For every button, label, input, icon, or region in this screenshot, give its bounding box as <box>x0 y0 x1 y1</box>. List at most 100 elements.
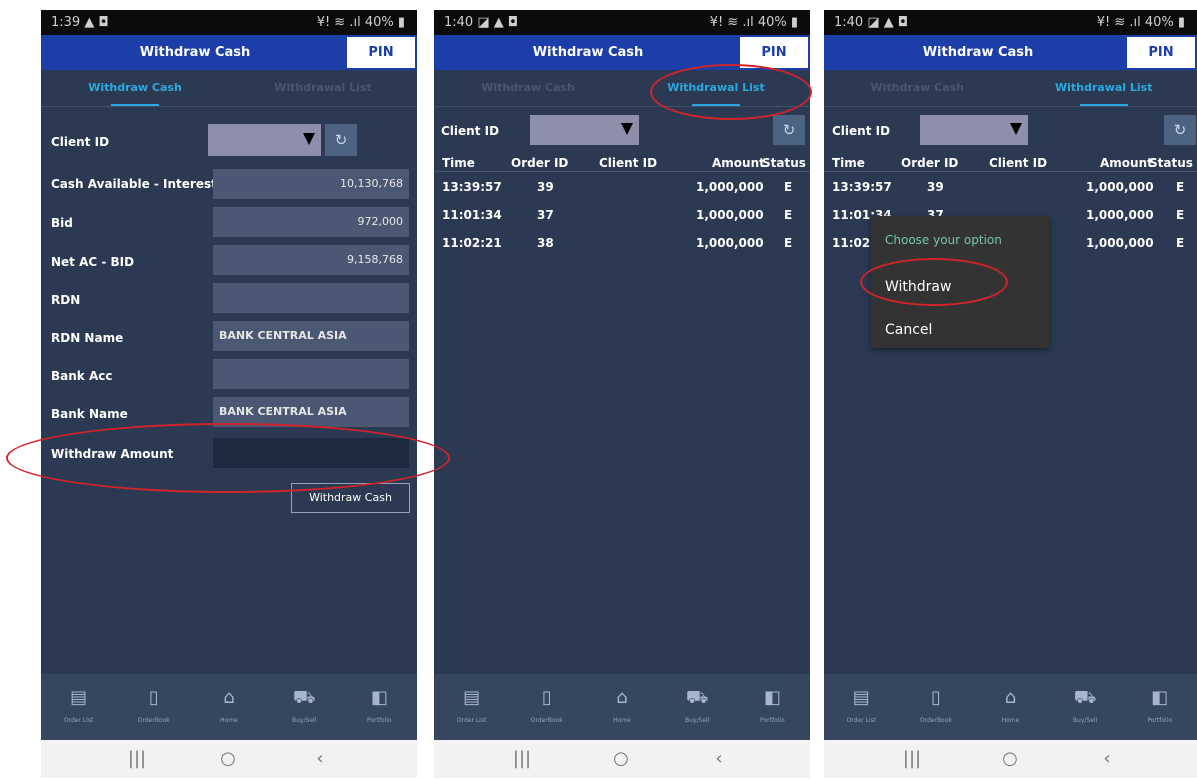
phone-screen-withdrawal-options: 1:40 ◪ ▲ ◘ ¥! ≋ .ıl 40% ▮ Withdraw Cash … <box>824 10 1197 778</box>
system-nav-bar: ||| ○ ‹ <box>41 740 417 778</box>
refresh-button[interactable]: ↻ <box>1164 115 1196 145</box>
nav-orderbook[interactable]: ▯ OrderBook <box>899 674 974 740</box>
nav-label: Order List <box>63 717 94 724</box>
net-ac-bid-field: 9,158,768 <box>213 245 409 275</box>
nav-buy-sell[interactable]: ⛟ Buy/Sell <box>660 674 735 740</box>
nav-label: Order List <box>846 717 877 724</box>
nav-label: Portfolio <box>760 717 785 724</box>
nav-buy-sell[interactable]: ⛟ Buy/Sell <box>1048 674 1123 740</box>
nav-label: Buy/Sell <box>685 717 710 724</box>
client-id-dropdown[interactable] <box>920 115 1028 145</box>
back-icon[interactable]: ‹ <box>699 748 739 769</box>
cash-available-label: Cash Available - Interest <box>51 177 217 191</box>
nav-home[interactable]: ⌂ Home <box>584 674 659 740</box>
home-system-icon[interactable]: ○ <box>601 748 641 769</box>
column-header-amount: Amount <box>1100 156 1153 170</box>
annotation-circle-withdraw-amount <box>6 423 450 493</box>
cell-order-id: 38 <box>537 236 554 250</box>
bottom-nav: ▤ Order List ▯ OrderBook ⌂ Home ⛟ Buy/Se… <box>824 674 1197 740</box>
tab-withdraw-cash[interactable]: Withdraw Cash <box>824 70 1011 106</box>
home-icon: ⌂ <box>223 687 235 708</box>
nav-buy-sell[interactable]: ⛟ Buy/Sell <box>267 674 342 740</box>
cell-status: E <box>1176 208 1185 222</box>
clipboard-icon: ▤ <box>463 687 481 708</box>
cell-order-id: 39 <box>927 180 944 194</box>
refresh-button[interactable]: ↻ <box>325 124 357 156</box>
status-bar: 1:40 ◪ ▲ ◘ ¥! ≋ .ıl 40% ▮ <box>824 10 1197 35</box>
column-header-status: Status <box>762 156 806 170</box>
column-header-order-id: Order ID <box>901 156 959 170</box>
tab-withdrawal-list[interactable]: Withdrawal List <box>229 70 417 106</box>
bank-name-label: Bank Name <box>51 407 128 421</box>
nav-home[interactable]: ⌂ Home <box>973 674 1048 740</box>
client-id-dropdown[interactable] <box>208 124 321 156</box>
book-icon: ▯ <box>148 687 159 708</box>
page-title: Withdraw Cash <box>532 45 644 60</box>
home-system-icon[interactable]: ○ <box>990 748 1030 769</box>
status-time: 1:40 ◪ ▲ ◘ <box>444 15 519 30</box>
recent-apps-icon[interactable]: ||| <box>892 748 932 769</box>
pin-button[interactable]: PIN <box>347 37 415 68</box>
status-bar: 1:40 ◪ ▲ ◘ ¥! ≋ .ıl 40% ▮ <box>434 10 810 35</box>
pin-button[interactable]: PIN <box>740 37 808 68</box>
column-header-time: Time <box>442 156 475 170</box>
dropdown-arrow-icon <box>621 123 633 135</box>
rdn-field <box>213 283 409 313</box>
nav-orderbook[interactable]: ▯ OrderBook <box>116 674 191 740</box>
annotation-circle-withdrawal-list-tab <box>650 64 812 120</box>
refresh-button[interactable]: ↻ <box>773 115 805 145</box>
app-header: Withdraw Cash PIN <box>41 35 417 70</box>
rdn-label: RDN <box>51 293 81 307</box>
client-id-dropdown[interactable] <box>530 115 639 145</box>
back-icon[interactable]: ‹ <box>1087 748 1127 769</box>
nav-label: OrderBook <box>530 717 563 724</box>
nav-order-list[interactable]: ▤ Order List <box>824 674 899 740</box>
clipboard-icon: ▤ <box>70 687 88 708</box>
nav-home[interactable]: ⌂ Home <box>191 674 266 740</box>
portfolio-icon: ◧ <box>1151 687 1169 708</box>
tab-withdraw-cash[interactable]: Withdraw Cash <box>434 70 622 106</box>
cell-order-id: 37 <box>537 208 554 222</box>
nav-portfolio[interactable]: ◧ Portfolio <box>1122 674 1197 740</box>
table-divider <box>824 171 1197 172</box>
page-title: Withdraw Cash <box>922 45 1034 60</box>
tab-underline <box>1079 104 1128 106</box>
status-indicators: ¥! ≋ .ıl 40% ▮ <box>316 15 405 30</box>
bank-acc-label: Bank Acc <box>51 369 113 383</box>
page-title: Withdraw Cash <box>139 45 251 60</box>
tab-withdraw-cash[interactable]: Withdraw Cash <box>41 70 229 106</box>
nav-order-list[interactable]: ▤ Order List <box>434 674 509 740</box>
cell-time: 13:39:57 <box>832 180 892 194</box>
dialog-title: Choose your option <box>885 233 1002 247</box>
tab-label: Withdraw Cash <box>870 81 965 94</box>
cell-amount: 1,000,000 <box>696 180 764 194</box>
cell-time: 13:39:57 <box>442 180 502 194</box>
home-icon: ⌂ <box>1004 687 1017 708</box>
nav-orderbook[interactable]: ▯ OrderBook <box>509 674 584 740</box>
nav-portfolio[interactable]: ◧ Portfolio <box>342 674 417 740</box>
tab-bar: Withdraw Cash Withdrawal List <box>824 70 1197 107</box>
status-bar: 1:39 ▲ ◘ ¥! ≋ .ıl 40% ▮ <box>41 10 417 35</box>
recent-apps-icon[interactable]: ||| <box>117 748 157 769</box>
nav-portfolio[interactable]: ◧ Portfolio <box>735 674 810 740</box>
rdn-name-label: RDN Name <box>51 331 124 345</box>
nav-label: Buy/Sell <box>292 717 317 724</box>
nav-order-list[interactable]: ▤ Order List <box>41 674 116 740</box>
back-icon[interactable]: ‹ <box>300 748 340 769</box>
column-header-client-id: Client ID <box>599 156 658 170</box>
home-icon: ⌂ <box>616 687 628 708</box>
column-header-status: Status <box>1149 156 1193 170</box>
dropdown-arrow-icon <box>303 133 315 145</box>
home-system-icon[interactable]: ○ <box>208 748 248 769</box>
recent-apps-icon[interactable]: ||| <box>502 748 542 769</box>
cancel-option[interactable]: Cancel <box>885 322 932 338</box>
tab-label: Withdrawal List <box>274 81 372 94</box>
cart-icon: ⛟ <box>1073 687 1097 708</box>
refresh-icon: ↻ <box>1173 121 1187 139</box>
pin-button[interactable]: PIN <box>1127 37 1195 68</box>
annotation-circle-withdraw-option <box>860 258 1008 306</box>
system-nav-bar: ||| ○ ‹ <box>434 740 810 778</box>
column-header-order-id: Order ID <box>511 156 569 170</box>
tab-withdrawal-list[interactable]: Withdrawal List <box>1011 70 1197 106</box>
clipboard-icon: ▤ <box>852 687 870 708</box>
